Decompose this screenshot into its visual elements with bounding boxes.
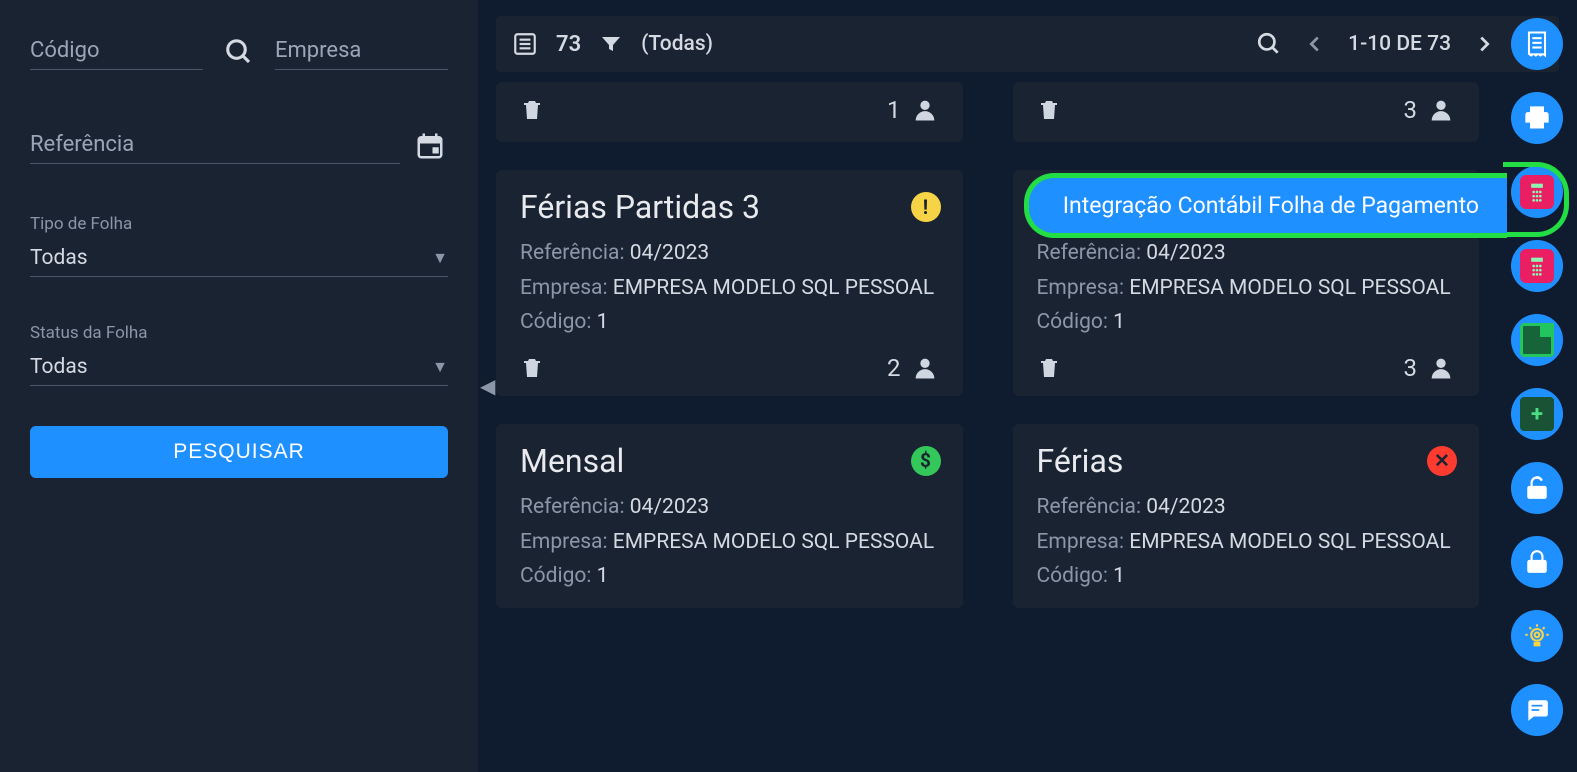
next-page-icon[interactable] [1473,33,1495,55]
fab-calculator[interactable] [1511,240,1563,292]
search-button[interactable]: PESQUISAR [30,426,448,478]
code-field[interactable]: Código [30,38,203,70]
fab-note[interactable] [1511,314,1563,366]
card-count: 3 [1404,96,1418,124]
fab-column: + [1511,18,1563,736]
code-label: Código [30,38,203,63]
note-icon [1520,323,1554,357]
tooltip-highlight-frame [1503,162,1569,237]
pager-text: 1-10 DE 73 [1348,32,1451,56]
folha-status-select[interactable]: Todas ▼ [30,349,448,386]
warning-icon: ! [911,192,941,222]
folha-status-value: Todas [30,355,88,379]
chevron-down-icon: ▼ [432,248,448,268]
card-title: Férias Partidas 3 [520,188,939,226]
card-meta: Referência: 04/2023 Empresa: EMPRESA MOD… [520,236,939,340]
card[interactable]: $ Mensal Referência: 04/2023 Empresa: EM… [496,424,963,608]
list-icon[interactable] [512,31,538,57]
folha-type-select[interactable]: Todas ▼ [30,240,448,277]
person-icon[interactable] [1427,354,1455,382]
card[interactable]: ! Férias Partidas 3 Referência: 04/2023 … [496,170,963,396]
money-icon: $ [911,446,941,476]
fab-unlock[interactable] [1511,462,1563,514]
card-count: 3 [1404,354,1418,382]
folha-type-label: Tipo de Folha [30,214,448,234]
reference-field[interactable]: Referência [30,132,400,164]
filter-sidebar: Código Empresa Referência Tipo de Folha … [0,0,478,772]
person-icon[interactable] [911,96,939,124]
fab-receipt[interactable] [1511,18,1563,70]
card[interactable]: 1 [496,82,963,142]
person-icon[interactable] [911,354,939,382]
toolbar-search-icon[interactable] [1256,31,1282,57]
filter-label: (Todas) [641,32,713,56]
card[interactable]: 3 [1013,82,1480,142]
folha-type-value: Todas [30,246,88,270]
card-title: Mensal [520,442,939,480]
card-title: Férias [1037,442,1456,480]
company-field[interactable]: Empresa [275,38,448,70]
delete-icon[interactable] [520,356,544,380]
company-label: Empresa [275,38,448,63]
card-meta: Referência: 04/2023 Empresa: EMPRESA MOD… [520,490,939,594]
prev-page-icon[interactable] [1304,33,1326,55]
fab-chat[interactable] [1511,684,1563,736]
result-count: 73 [556,32,581,57]
reference-label: Referência [30,132,400,157]
card-count: 2 [887,354,901,382]
card-meta: Referência: 04/2023 Empresa: EMPRESA MOD… [1037,236,1456,340]
fab-idea[interactable] [1511,610,1563,662]
chevron-down-icon: ▼ [432,357,448,377]
tooltip-text: Integração Contábil Folha de Pagamento [1063,192,1479,219]
plus-icon: + [1520,397,1554,431]
card[interactable]: ✕ Férias Referência: 04/2023 Empresa: EM… [1013,424,1480,608]
fab-add[interactable]: + [1511,388,1563,440]
delete-icon[interactable] [1037,356,1061,380]
error-icon: ✕ [1427,446,1457,476]
calculator-icon [1520,249,1554,283]
fab-lock[interactable] [1511,536,1563,588]
integration-tooltip: Integração Contábil Folha de Pagamento [1024,173,1507,238]
fab-print[interactable] [1511,92,1563,144]
folha-status-label: Status da Folha [30,323,448,343]
card-meta: Referência: 04/2023 Empresa: EMPRESA MOD… [1037,490,1456,594]
search-icon[interactable] [221,34,257,70]
delete-icon[interactable] [1037,98,1061,122]
card-count: 1 [887,96,901,124]
toolbar: 73 (Todas) 1-10 DE 73 [496,16,1559,72]
calendar-icon[interactable] [412,128,448,164]
main-content: 73 (Todas) 1-10 DE 73 [478,0,1577,772]
filter-icon[interactable] [599,32,623,56]
person-icon[interactable] [1427,96,1455,124]
delete-icon[interactable] [520,98,544,122]
